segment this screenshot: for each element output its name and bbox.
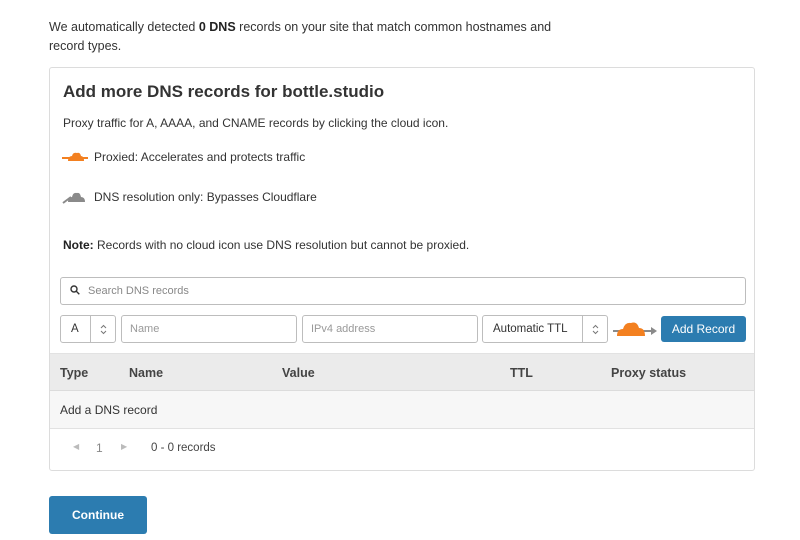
table-row: Add a DNS record (50, 391, 754, 429)
table-header: Type Name Value TTL Proxy status (50, 353, 754, 391)
legend-proxied-label: Proxied: Accelerates and protects traffi… (94, 150, 306, 164)
legend-dns-only-label: DNS resolution only: Bypasses Cloudflare (94, 190, 317, 204)
orange-cloud-icon (62, 150, 90, 164)
note-label: Note: (63, 238, 94, 252)
column-header-type: Type (60, 366, 89, 380)
search-icon (70, 284, 80, 298)
record-type-value: A (71, 323, 79, 335)
record-type-select[interactable]: A (60, 315, 116, 343)
note: Note: Records with no cloud icon use DNS… (63, 238, 469, 252)
add-dns-records-card: Add more DNS records for bottle.studio P… (49, 67, 755, 471)
ttl-value: Automatic TTL (493, 323, 568, 335)
select-stepper-icon[interactable] (582, 316, 607, 342)
name-field[interactable] (121, 315, 297, 343)
search-input[interactable] (88, 285, 688, 297)
search-box[interactable] (60, 277, 746, 305)
legend-proxied: Proxied: Accelerates and protects traffi… (62, 150, 305, 164)
column-header-ttl: TTL (510, 366, 533, 380)
ipv4-input[interactable] (303, 323, 477, 335)
proxy-toggle-cloud-icon[interactable] (613, 320, 659, 338)
records-count: 0 - 0 records (151, 442, 216, 454)
add-record-button[interactable]: Add Record (661, 316, 746, 342)
card-description: Proxy traffic for A, AAAA, and CNAME rec… (63, 116, 449, 130)
intro-text: We automatically detected 0 DNS records … (49, 18, 569, 56)
prev-page-icon[interactable]: ◀ (73, 442, 79, 451)
ipv4-field[interactable] (302, 315, 478, 343)
legend-dns-only: DNS resolution only: Bypasses Cloudflare (62, 190, 317, 204)
gray-cloud-icon (62, 190, 90, 204)
next-page-icon[interactable]: ▶ (121, 442, 127, 451)
note-text: Records with no cloud icon use DNS resol… (93, 238, 470, 252)
continue-button[interactable]: Continue (49, 496, 147, 534)
pagination: ◀ 1 ▶ 0 - 0 records (50, 429, 754, 469)
select-stepper-icon[interactable] (90, 316, 115, 342)
column-header-value: Value (282, 366, 315, 380)
column-header-name: Name (129, 366, 164, 380)
current-page[interactable]: 1 (96, 441, 103, 455)
card-title: Add more DNS records for bottle.studio (63, 82, 385, 101)
ttl-select[interactable]: Automatic TTL (482, 315, 608, 343)
intro-before: We automatically detected (49, 20, 199, 34)
name-input[interactable] (122, 323, 296, 335)
empty-row-text: Add a DNS record (60, 403, 158, 417)
column-header-proxy-status: Proxy status (611, 366, 687, 380)
intro-count: 0 DNS (198, 20, 236, 34)
